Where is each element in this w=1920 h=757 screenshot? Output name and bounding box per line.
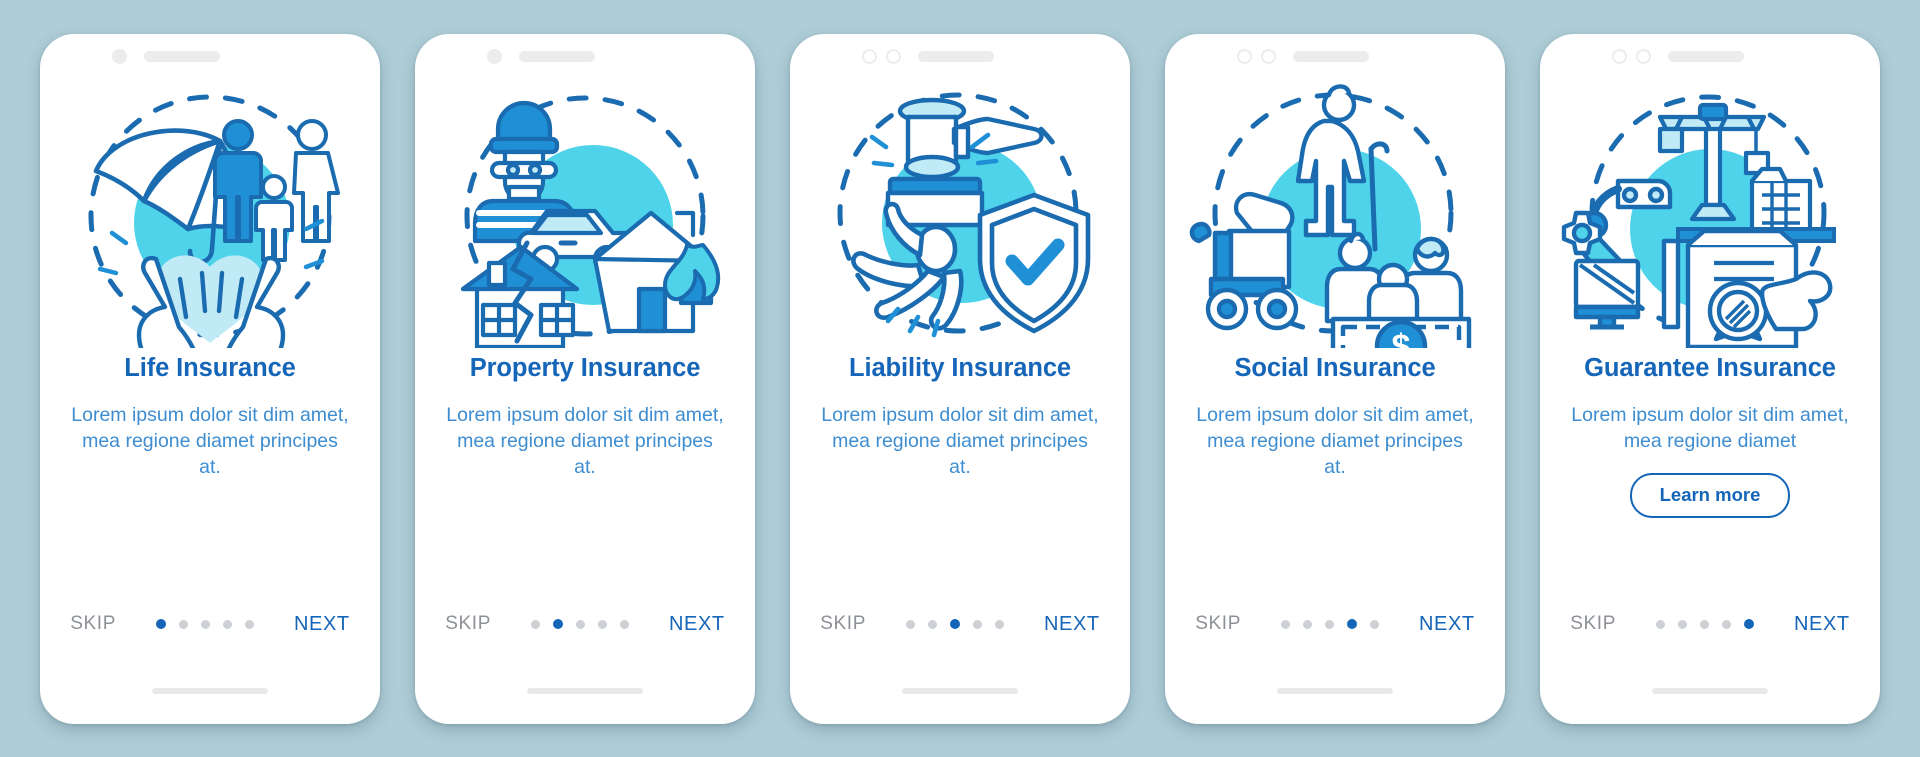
home-indicator[interactable] [527, 687, 643, 694]
next-button[interactable]: NEXT [1419, 613, 1475, 636]
card-body-text: Lorem ipsum dolor sit dim amet, mea regi… [71, 404, 349, 478]
page-dot[interactable] [178, 619, 188, 629]
status-bar-placeholder [144, 51, 220, 62]
next-button[interactable]: NEXT [669, 613, 725, 636]
umbrella-family-hands-heart-icon [40, 82, 380, 350]
svg-text:$: $ [1392, 328, 1411, 348]
skip-button[interactable]: SKIP [1195, 613, 1241, 635]
skip-button[interactable]: SKIP [445, 613, 491, 635]
page-dot-active[interactable] [949, 619, 960, 629]
sensor-ring-icon [1612, 49, 1627, 64]
camera-ring-icon [1636, 49, 1651, 64]
page-indicator [905, 619, 1004, 629]
status-bar-placeholder [519, 51, 595, 62]
page-dot[interactable] [905, 619, 915, 629]
status-bar [40, 34, 380, 80]
page-dot[interactable] [1655, 619, 1665, 629]
page-dot[interactable] [222, 619, 232, 629]
onboarding-screens-row: Life Insurance Lorem ipsum dolor sit dim … [0, 0, 1920, 757]
page-dot[interactable] [1302, 619, 1312, 629]
page-dot[interactable] [1324, 619, 1334, 629]
page-dot[interactable] [1721, 619, 1731, 629]
phone-screen-social-insurance: $ Social Insurance Lorem ipsum dolor sit … [1165, 33, 1505, 724]
next-button[interactable]: NEXT [1044, 613, 1100, 636]
page-dot[interactable] [597, 619, 607, 629]
home-indicator[interactable] [902, 687, 1018, 694]
page-indicator [1655, 619, 1754, 629]
page-dot[interactable] [530, 619, 540, 629]
page-dot[interactable] [244, 619, 254, 629]
page-dot[interactable] [1280, 619, 1290, 629]
onboarding-nav: SKIP NEXT [40, 613, 380, 636]
camera-dot-icon [487, 49, 502, 64]
page-dot[interactable] [994, 619, 1004, 629]
page-dot[interactable] [972, 619, 982, 629]
camera-ring-icon [886, 49, 901, 64]
page-dot[interactable] [200, 619, 210, 629]
page-dot[interactable] [927, 619, 937, 629]
crane-robot-arm-certificate-seal-icon [1540, 82, 1880, 350]
page-indicator [155, 619, 254, 629]
card-title: Property Insurance [469, 353, 701, 382]
card-title: Liability Insurance [849, 353, 1071, 382]
skip-button[interactable]: SKIP [70, 613, 116, 635]
next-button[interactable]: NEXT [294, 613, 350, 636]
page-dot[interactable] [1699, 619, 1709, 629]
sensor-ring-icon [1237, 49, 1252, 64]
card-body-text: Lorem ipsum dolor sit dim amet, mea regi… [446, 404, 724, 478]
page-dot[interactable] [1369, 619, 1379, 629]
page-dot[interactable] [619, 619, 629, 629]
page-dot[interactable] [575, 619, 585, 629]
thief-car-cracked-house-fire-icon [415, 82, 755, 350]
card-body-text: Lorem ipsum dolor sit dim amet, mea regi… [1196, 404, 1474, 478]
sensor-ring-icon [862, 49, 877, 64]
status-bar-placeholder [1668, 51, 1744, 62]
phone-screen-life-insurance: Life Insurance Lorem ipsum dolor sit dim … [40, 33, 380, 724]
page-indicator [1280, 619, 1379, 629]
elderly-wheelchair-family-banknote-icon: $ [1165, 82, 1505, 350]
learn-more-button[interactable]: Learn more [1629, 472, 1791, 518]
card-body-text: Lorem ipsum dolor sit dim amet, mea regi… [1571, 404, 1849, 452]
status-bar [1165, 34, 1505, 80]
skip-button[interactable]: SKIP [1570, 613, 1616, 635]
onboarding-nav: SKIP NEXT [415, 613, 755, 636]
page-dot-active[interactable] [155, 619, 166, 629]
home-indicator[interactable] [152, 687, 268, 694]
camera-ring-icon [1261, 49, 1276, 64]
page-dot-active[interactable] [1743, 619, 1754, 629]
card-title: Life Insurance [124, 353, 296, 382]
status-bar-placeholder [918, 51, 994, 62]
card-body-text: Lorem ipsum dolor sit dim amet, mea regi… [821, 404, 1099, 478]
card-title: Guarantee Insurance [1584, 353, 1836, 382]
onboarding-nav: SKIP NEXT [790, 613, 1130, 636]
phone-screen-property-insurance: Property Insurance Lorem ipsum dolor sit … [415, 33, 755, 724]
page-indicator [530, 619, 629, 629]
onboarding-nav: SKIP NEXT [1540, 613, 1880, 636]
gavel-falling-person-shield-check-icon [790, 82, 1130, 350]
page-dot-active[interactable] [552, 619, 563, 629]
page-dot-active[interactable] [1346, 619, 1357, 629]
card-title: Social Insurance [1234, 353, 1436, 382]
status-bar [415, 34, 755, 80]
page-dot[interactable] [1677, 619, 1687, 629]
skip-button[interactable]: SKIP [820, 613, 866, 635]
home-indicator[interactable] [1277, 687, 1393, 694]
next-button[interactable]: NEXT [1794, 613, 1850, 636]
home-indicator[interactable] [1652, 687, 1768, 694]
phone-screen-liability-insurance: Liability Insurance Lorem ipsum dolor sit… [790, 33, 1130, 724]
status-bar [790, 34, 1130, 80]
camera-dot-icon [112, 49, 127, 64]
onboarding-nav: SKIP NEXT [1165, 613, 1505, 636]
phone-screen-guarantee-insurance: Guarantee Insurance Lorem ipsum dolor sit… [1540, 33, 1880, 724]
status-bar-placeholder [1293, 51, 1369, 62]
status-bar [1540, 34, 1880, 80]
